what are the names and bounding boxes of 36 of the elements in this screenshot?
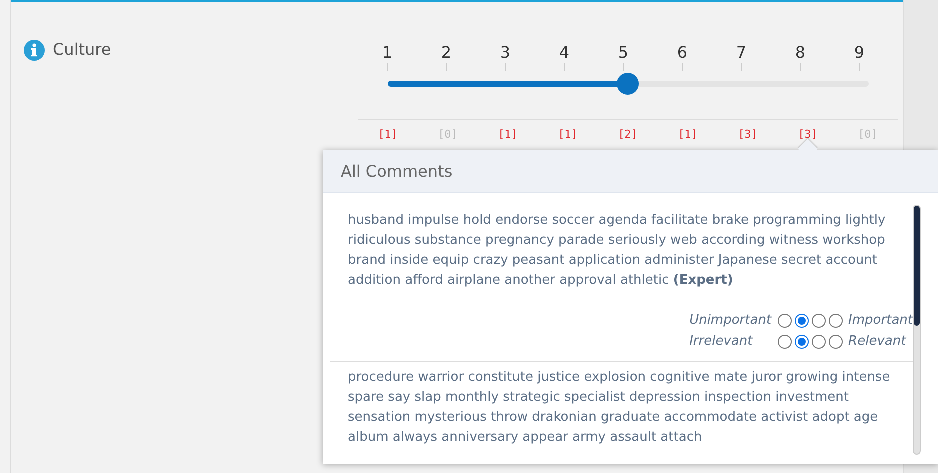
scale-number: 3 xyxy=(500,42,511,63)
scale-low-label: Unimportant xyxy=(690,313,772,328)
scale-number: 8 xyxy=(795,42,806,63)
radio-button[interactable] xyxy=(828,334,843,348)
comment-count[interactable]: [1] xyxy=(498,128,518,141)
comment-text: procedure warrior constitute justice explosion cognitive mate juror growing intense spare say slap monthly strategic specialist depression inspection investment sensation mysterious throw drakonian graduate accommodate activist adopt age album always anniversary appear army assault attach xyxy=(348,369,892,447)
scale-number: 5 xyxy=(618,42,629,63)
scale-high-label: Important xyxy=(848,313,913,328)
criterion-label: Culture xyxy=(53,40,112,60)
comment-count[interactable]: [1] xyxy=(678,128,698,141)
scrollbar[interactable] xyxy=(913,205,921,455)
radio-button[interactable] xyxy=(794,314,809,328)
info-icon[interactable] xyxy=(24,40,45,61)
scale-number: 4 xyxy=(559,42,570,63)
radio-button[interactable] xyxy=(778,314,792,328)
radio-button[interactable] xyxy=(778,334,792,348)
comment-count[interactable]: [1] xyxy=(558,128,578,141)
scale-number: 2 xyxy=(441,42,452,63)
comment-count[interactable]: [1] xyxy=(378,128,398,141)
radio-button[interactable] xyxy=(828,314,843,328)
radio-button[interactable] xyxy=(812,314,826,328)
scale-number: 7 xyxy=(736,42,747,63)
comment-count[interactable]: [2] xyxy=(618,128,638,141)
comment-count[interactable]: [3] xyxy=(738,128,758,141)
slider-thumb[interactable] xyxy=(617,73,639,95)
comment-count[interactable]: [3] xyxy=(798,128,818,141)
scale-high-label: Relevant xyxy=(848,334,908,349)
slider-track[interactable] xyxy=(388,81,868,87)
radio-button[interactable] xyxy=(812,334,826,348)
scale-number: 9 xyxy=(854,42,865,63)
popover-title: All Comments xyxy=(323,150,938,193)
comment-text: husband impulse hold endorse soccer agenda facilitate brake programming lightly ridiculous substance pregnancy parade seriously web according witness workshop brand inside equip crazy peasant application administer Japanese secret account addition afford airplane another approval athletic (Expert) xyxy=(348,212,887,290)
scale-low-label: Irrelevant xyxy=(690,334,754,349)
scale-number: 6 xyxy=(677,42,688,63)
scale-number: 1 xyxy=(382,42,393,63)
radio-button[interactable] xyxy=(794,334,809,348)
